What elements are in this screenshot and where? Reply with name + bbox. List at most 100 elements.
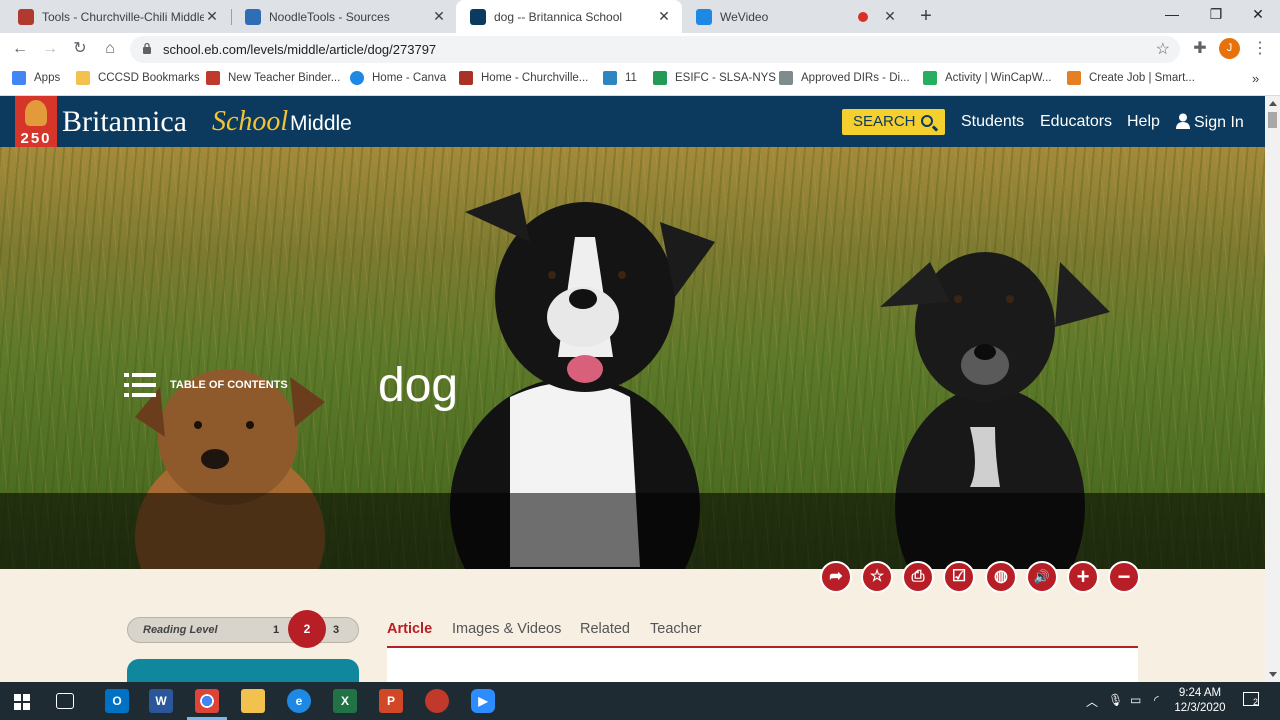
- sidebar-panel: [127, 659, 359, 682]
- tab-article[interactable]: Article: [387, 621, 432, 637]
- address-bar[interactable]: school.eb.com/levels/middle/article/dog/…: [130, 36, 1180, 63]
- scroll-up-icon[interactable]: [1269, 101, 1277, 106]
- tab-wevideo[interactable]: WeVideo ✕: [682, 0, 908, 33]
- page-scrollbar[interactable]: [1265, 96, 1280, 682]
- minimize-icon[interactable]: —: [1150, 0, 1194, 30]
- close-window-icon[interactable]: ✕: [1236, 0, 1280, 30]
- close-tab-icon[interactable]: ✕: [204, 8, 220, 25]
- plus-icon[interactable]: +: [1067, 561, 1099, 593]
- checklist-icon[interactable]: ☑: [943, 561, 975, 593]
- print-icon[interactable]: ⎙: [902, 561, 934, 593]
- chrome-icon[interactable]: [195, 689, 219, 713]
- bookmark-cccsd[interactable]: CCCSD Bookmarks: [76, 71, 200, 85]
- bookmark-teacher-binder[interactable]: New Teacher Binder...: [206, 71, 340, 85]
- excel-icon[interactable]: X: [333, 689, 357, 713]
- user-icon: [1176, 113, 1190, 129]
- url-text[interactable]: school.eb.com/levels/middle/article/dog/…: [163, 42, 436, 57]
- nav-students[interactable]: Students: [961, 113, 1024, 131]
- task-view-icon[interactable]: [56, 693, 74, 709]
- close-tab-icon[interactable]: ✕: [882, 8, 898, 25]
- lock-icon: [143, 42, 151, 54]
- internet-explorer-icon[interactable]: e: [287, 689, 311, 713]
- back-icon[interactable]: ←: [8, 37, 32, 61]
- table-of-contents-button[interactable]: TABLE OF CONTENTS: [124, 373, 288, 397]
- scroll-down-icon[interactable]: [1269, 672, 1277, 677]
- sfe-icon: [1067, 71, 1081, 85]
- menu-kebab-icon[interactable]: ⋮: [1248, 37, 1272, 61]
- bookmark-create-job[interactable]: Create Job | Smart...: [1067, 71, 1195, 85]
- windows-start-icon[interactable]: [14, 694, 30, 710]
- article-body: [387, 648, 1138, 682]
- level-label: Middle: [290, 112, 352, 135]
- canva-icon: [350, 71, 364, 85]
- search-button[interactable]: SEARCH: [842, 109, 945, 135]
- reading-level-1[interactable]: 1: [273, 624, 279, 636]
- grid-icon: [12, 71, 26, 85]
- system-clock[interactable]: 9:24 AM 12/3/2020: [1168, 686, 1232, 716]
- tab-teacher[interactable]: Teacher: [650, 621, 702, 637]
- zoom-icon[interactable]: ▶: [471, 689, 495, 713]
- search-icon: [921, 115, 933, 127]
- article-title: dog: [378, 359, 459, 412]
- minus-icon[interactable]: −: [1108, 561, 1140, 593]
- tab-related[interactable]: Related: [580, 621, 630, 637]
- profile-avatar[interactable]: J: [1219, 38, 1240, 59]
- microphone-icon[interactable]: 🎙: [1108, 693, 1123, 707]
- extensions-icon[interactable]: ✚: [1188, 37, 1212, 61]
- bookmarks-overflow-icon[interactable]: »: [1252, 71, 1259, 86]
- close-tab-icon[interactable]: ✕: [656, 8, 672, 25]
- new-tab-button[interactable]: +: [914, 4, 938, 28]
- reading-level-label: Reading Level: [143, 624, 218, 636]
- tab-britannica-dog[interactable]: dog -- Britannica School ✕: [456, 0, 682, 33]
- bookmarks-bar: Apps CCCSD Bookmarks New Teacher Binder.…: [0, 65, 1280, 96]
- bookmark-wincap[interactable]: Activity | WinCapW...: [923, 71, 1052, 85]
- school-icon: [459, 71, 473, 85]
- tray-overflow-icon[interactable]: ︿: [1086, 693, 1098, 710]
- forward-icon[interactable]: →: [38, 37, 62, 61]
- list-icon: [124, 373, 156, 397]
- close-tab-icon[interactable]: ✕: [431, 8, 447, 25]
- brand-name[interactable]: Britannica: [62, 105, 187, 139]
- recording-icon: [858, 11, 868, 22]
- globe-icon[interactable]: ◍: [985, 561, 1017, 593]
- nav-educators[interactable]: Educators: [1040, 113, 1112, 131]
- tab-images-videos[interactable]: Images & Videos: [452, 621, 561, 637]
- bookmark-star-icon[interactable]: ☆: [1156, 39, 1170, 59]
- notification-center-icon[interactable]: 2: [1243, 692, 1259, 707]
- reload-icon[interactable]: ↻: [68, 37, 92, 61]
- britannica-header: 250 Britannica School Middle SEARCH Stud…: [0, 96, 1265, 147]
- home-icon[interactable]: ⌂: [98, 37, 122, 61]
- snipping-tool-icon[interactable]: [425, 689, 449, 713]
- scroll-thumb[interactable]: [1268, 112, 1277, 128]
- bookmark-ilg[interactable]: 11: [603, 71, 637, 85]
- share-icon[interactable]: ➦: [820, 561, 852, 593]
- sign-in-link[interactable]: Sign In: [1176, 113, 1244, 132]
- bookmark-esifc[interactable]: ESIFC - SLSA-NYS: [653, 71, 776, 85]
- britannica-250-logo[interactable]: 250: [15, 96, 57, 147]
- outlook-icon[interactable]: O: [105, 689, 129, 713]
- reading-level-2-selected[interactable]: 2: [288, 610, 326, 648]
- hero-title-bar: [0, 493, 1265, 569]
- tab-title: Tools - Churchville-Chili Middle S: [42, 9, 204, 24]
- nav-help[interactable]: Help: [1127, 113, 1160, 131]
- wifi-icon[interactable]: ◜: [1154, 693, 1159, 707]
- bookmark-approved-dirs[interactable]: Approved DIRs - Di...: [779, 71, 910, 85]
- powerpoint-icon[interactable]: P: [379, 689, 403, 713]
- bookmark-churchville[interactable]: Home - Churchville...: [459, 71, 588, 85]
- tab-tools[interactable]: Tools - Churchville-Chili Middle S ✕: [4, 0, 230, 33]
- bookmark-canva[interactable]: Home - Canva: [350, 71, 446, 85]
- restore-icon[interactable]: ❐: [1194, 0, 1238, 30]
- file-explorer-icon[interactable]: [241, 689, 265, 713]
- star-icon[interactable]: ☆: [861, 561, 893, 593]
- esifc-icon: [653, 71, 667, 85]
- audio-icon[interactable]: 🔊: [1026, 561, 1058, 593]
- reading-level-3[interactable]: 3: [333, 624, 339, 636]
- w-icon: [923, 71, 937, 85]
- folder-icon: [76, 71, 90, 85]
- battery-icon[interactable]: ▭: [1130, 693, 1141, 707]
- school-favicon-icon: [18, 8, 34, 25]
- tab-noodletools[interactable]: NoodleTools - Sources ✕: [231, 0, 457, 33]
- thistle-logo-icon: [25, 100, 47, 126]
- bookmark-apps[interactable]: Apps: [12, 71, 60, 85]
- word-icon[interactable]: W: [149, 689, 173, 713]
